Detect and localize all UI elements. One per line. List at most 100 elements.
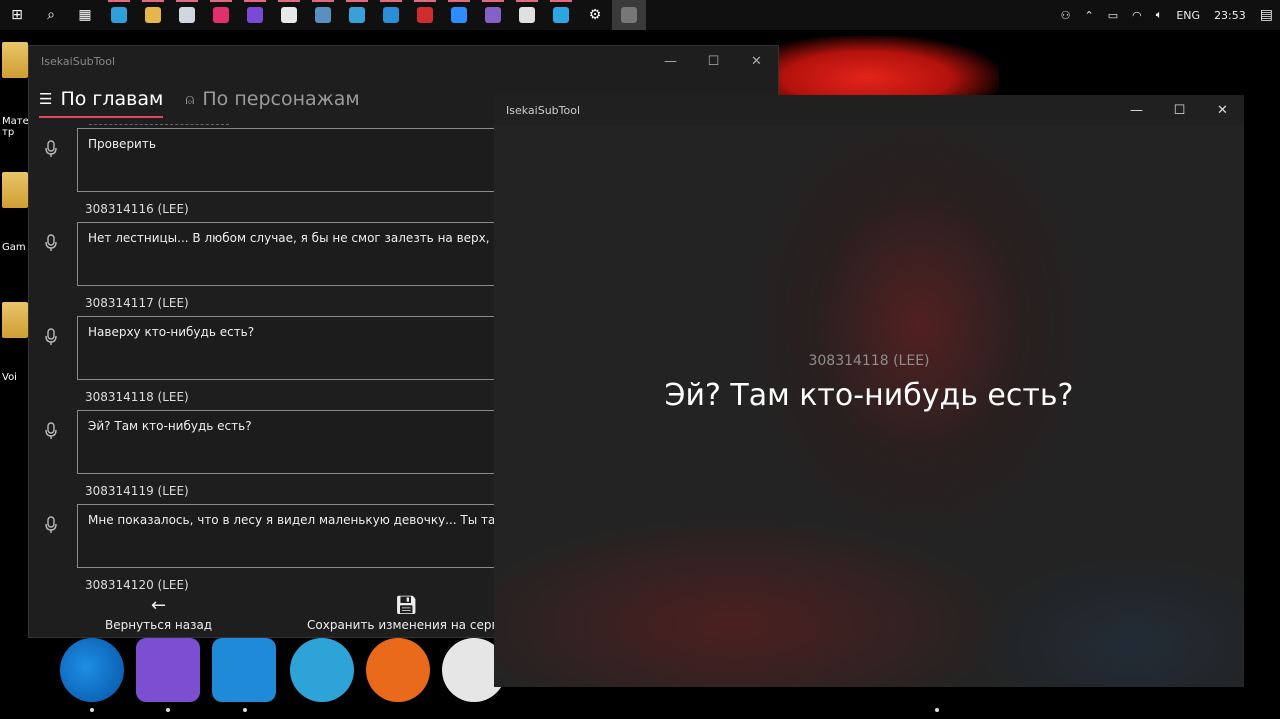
battery-icon[interactable]: ▭ <box>1101 9 1125 22</box>
close-button[interactable]: ✕ <box>1201 95 1244 125</box>
chevron-up-icon[interactable]: ⌃ <box>1078 9 1101 22</box>
tab-by-characters[interactable]: ⍝ По персонажам <box>185 76 359 122</box>
person-list-icon: ⍝ <box>185 90 195 108</box>
store-icon[interactable] <box>170 0 204 30</box>
microphone-icon[interactable] <box>45 422 57 440</box>
app-icon[interactable] <box>306 0 340 30</box>
app-icon[interactable] <box>102 0 136 30</box>
folder-icon <box>2 42 28 78</box>
mail-icon-glyph <box>281 7 297 23</box>
back-button[interactable]: ← Вернуться назад <box>105 595 213 633</box>
language-indicator[interactable]: ENG <box>1169 9 1207 22</box>
desktop-icon-label: Мате тр <box>2 116 29 138</box>
minimize-button[interactable]: — <box>1115 95 1158 125</box>
edge-dock-icon[interactable] <box>60 638 124 702</box>
maximize-button[interactable]: ☐ <box>692 46 735 76</box>
telegram-icon[interactable] <box>544 0 578 30</box>
visual-studio-icon-glyph <box>485 7 501 23</box>
app-icon[interactable] <box>238 0 272 30</box>
back-button-label: Вернуться назад <box>105 618 213 632</box>
calculator-icon[interactable] <box>510 0 544 30</box>
clock[interactable]: 23:53 <box>1207 9 1253 22</box>
wallpaper-flower <box>779 36 999 96</box>
window-title: IsekaiSubTool <box>41 54 116 68</box>
visual-studio-dock-icon[interactable] <box>136 638 200 702</box>
list-icon: ☰ <box>39 90 53 108</box>
subtitle-textbox[interactable]: Эй? Там кто-нибудь есть? <box>77 410 517 474</box>
desktop-icon-folder[interactable]: Мате тр <box>2 42 29 138</box>
desktop-icon-label: Voi <box>2 372 17 383</box>
telegram-icon-glyph <box>553 7 569 23</box>
subtitle-id: 308314118 (LEE) <box>808 353 930 369</box>
zoom-icon-glyph <box>451 7 467 23</box>
vscode-icon-glyph <box>383 7 399 23</box>
subtitle-textbox[interactable]: Проверить <box>77 128 517 192</box>
task-view-icon[interactable]: ▦ <box>68 0 102 30</box>
taskbar-icons: ⊞ ⌕ ▦ ⚙ <box>0 0 646 30</box>
file-explorer-icon[interactable] <box>136 0 170 30</box>
microphone-icon[interactable] <box>45 140 57 158</box>
file-explorer-icon-glyph <box>145 7 161 23</box>
notifications-icon[interactable]: ▤ <box>1253 7 1280 23</box>
calculator-icon-glyph <box>519 7 535 23</box>
save-button[interactable]: 💾︎ Сохранить изменения на серве <box>307 597 506 633</box>
atom-dock-icon[interactable] <box>290 638 354 702</box>
app-icon[interactable] <box>204 0 238 30</box>
vscode-dock-icon[interactable] <box>212 638 276 702</box>
search-icon[interactable]: ⌕ <box>34 0 68 30</box>
preview-titlebar: IsekaiSubTool — ☐ ✕ <box>494 95 1244 125</box>
tab-by-chapters[interactable]: ☰ По главам <box>39 76 164 122</box>
animate-icon-glyph <box>417 7 433 23</box>
dock-indicator <box>243 708 247 712</box>
visual-studio-icon[interactable] <box>476 0 510 30</box>
subtitle-id: 308314120 (LEE) <box>85 578 189 592</box>
close-button[interactable]: ✕ <box>735 46 778 76</box>
app-icon-glyph <box>315 7 331 23</box>
people-icon[interactable]: ⚇ <box>1054 9 1078 22</box>
app-icon[interactable] <box>340 0 374 30</box>
maximize-button[interactable]: ☐ <box>1158 95 1201 125</box>
taskbar: ⊞ ⌕ ▦ ⚙ ⚇ ⌃ ▭ ◠ 🔈︎ ENG 23:53 ▤ <box>0 0 1280 30</box>
isekaisubtool-taskbar-icon[interactable] <box>612 0 646 30</box>
app-icon-glyph <box>247 7 263 23</box>
mail-icon[interactable] <box>272 0 306 30</box>
tab-label: По персонажам <box>202 88 360 110</box>
subtitle-id: 308314118 (LEE) <box>85 390 189 404</box>
animate-icon[interactable] <box>408 0 442 30</box>
tab-label: По главам <box>60 88 164 110</box>
background-glow <box>494 515 1014 687</box>
dock-indicator <box>935 708 939 712</box>
app-icon-glyph <box>111 7 127 23</box>
subtitle-id: 308314116 (LEE) <box>85 202 189 216</box>
microphone-icon[interactable] <box>45 234 57 252</box>
scroll-cut-indicator <box>89 122 229 125</box>
store-icon-glyph <box>179 7 195 23</box>
wifi-icon[interactable]: ◠ <box>1125 9 1149 22</box>
editor-titlebar: IsekaiSubTool — ☐ ✕ <box>29 46 778 76</box>
subtitle-textbox[interactable]: Нет лестницы... В любом случае, я бы не … <box>77 222 517 286</box>
subtitle-textbox[interactable]: Мне показалось, что в лесу я видел мален… <box>77 504 517 568</box>
subtitle-textbox[interactable]: Наверху кто-нибудь есть? <box>77 316 517 380</box>
desktop-icon-game[interactable]: Gam <box>2 172 28 253</box>
minimize-button[interactable]: — <box>649 46 692 76</box>
system-tray: ⚇ ⌃ ▭ ◠ 🔈︎ ENG 23:53 ▤ <box>1054 0 1280 30</box>
zoom-icon[interactable] <box>442 0 476 30</box>
desktop-icon-voice[interactable]: Voi <box>2 302 28 383</box>
fl-studio-dock-icon[interactable] <box>366 638 430 702</box>
dock-indicator <box>90 708 94 712</box>
arrow-left-icon: ← <box>151 595 167 616</box>
subtitle-id: 308314119 (LEE) <box>85 484 189 498</box>
background-glow <box>754 115 1084 535</box>
microphone-icon[interactable] <box>45 328 57 346</box>
settings-icon[interactable]: ⚙ <box>578 0 612 30</box>
background-glow <box>974 555 1244 687</box>
folder-icon <box>2 172 28 208</box>
app-icon-glyph <box>349 7 365 23</box>
windows-start-icon[interactable]: ⊞ <box>0 0 34 30</box>
app-icon-glyph <box>213 7 229 23</box>
volume-icon[interactable]: 🔈︎ <box>1149 8 1170 22</box>
vscode-icon[interactable] <box>374 0 408 30</box>
subtitle-id: 308314117 (LEE) <box>85 296 189 310</box>
folder-icon <box>2 302 28 338</box>
microphone-icon[interactable] <box>45 516 57 534</box>
